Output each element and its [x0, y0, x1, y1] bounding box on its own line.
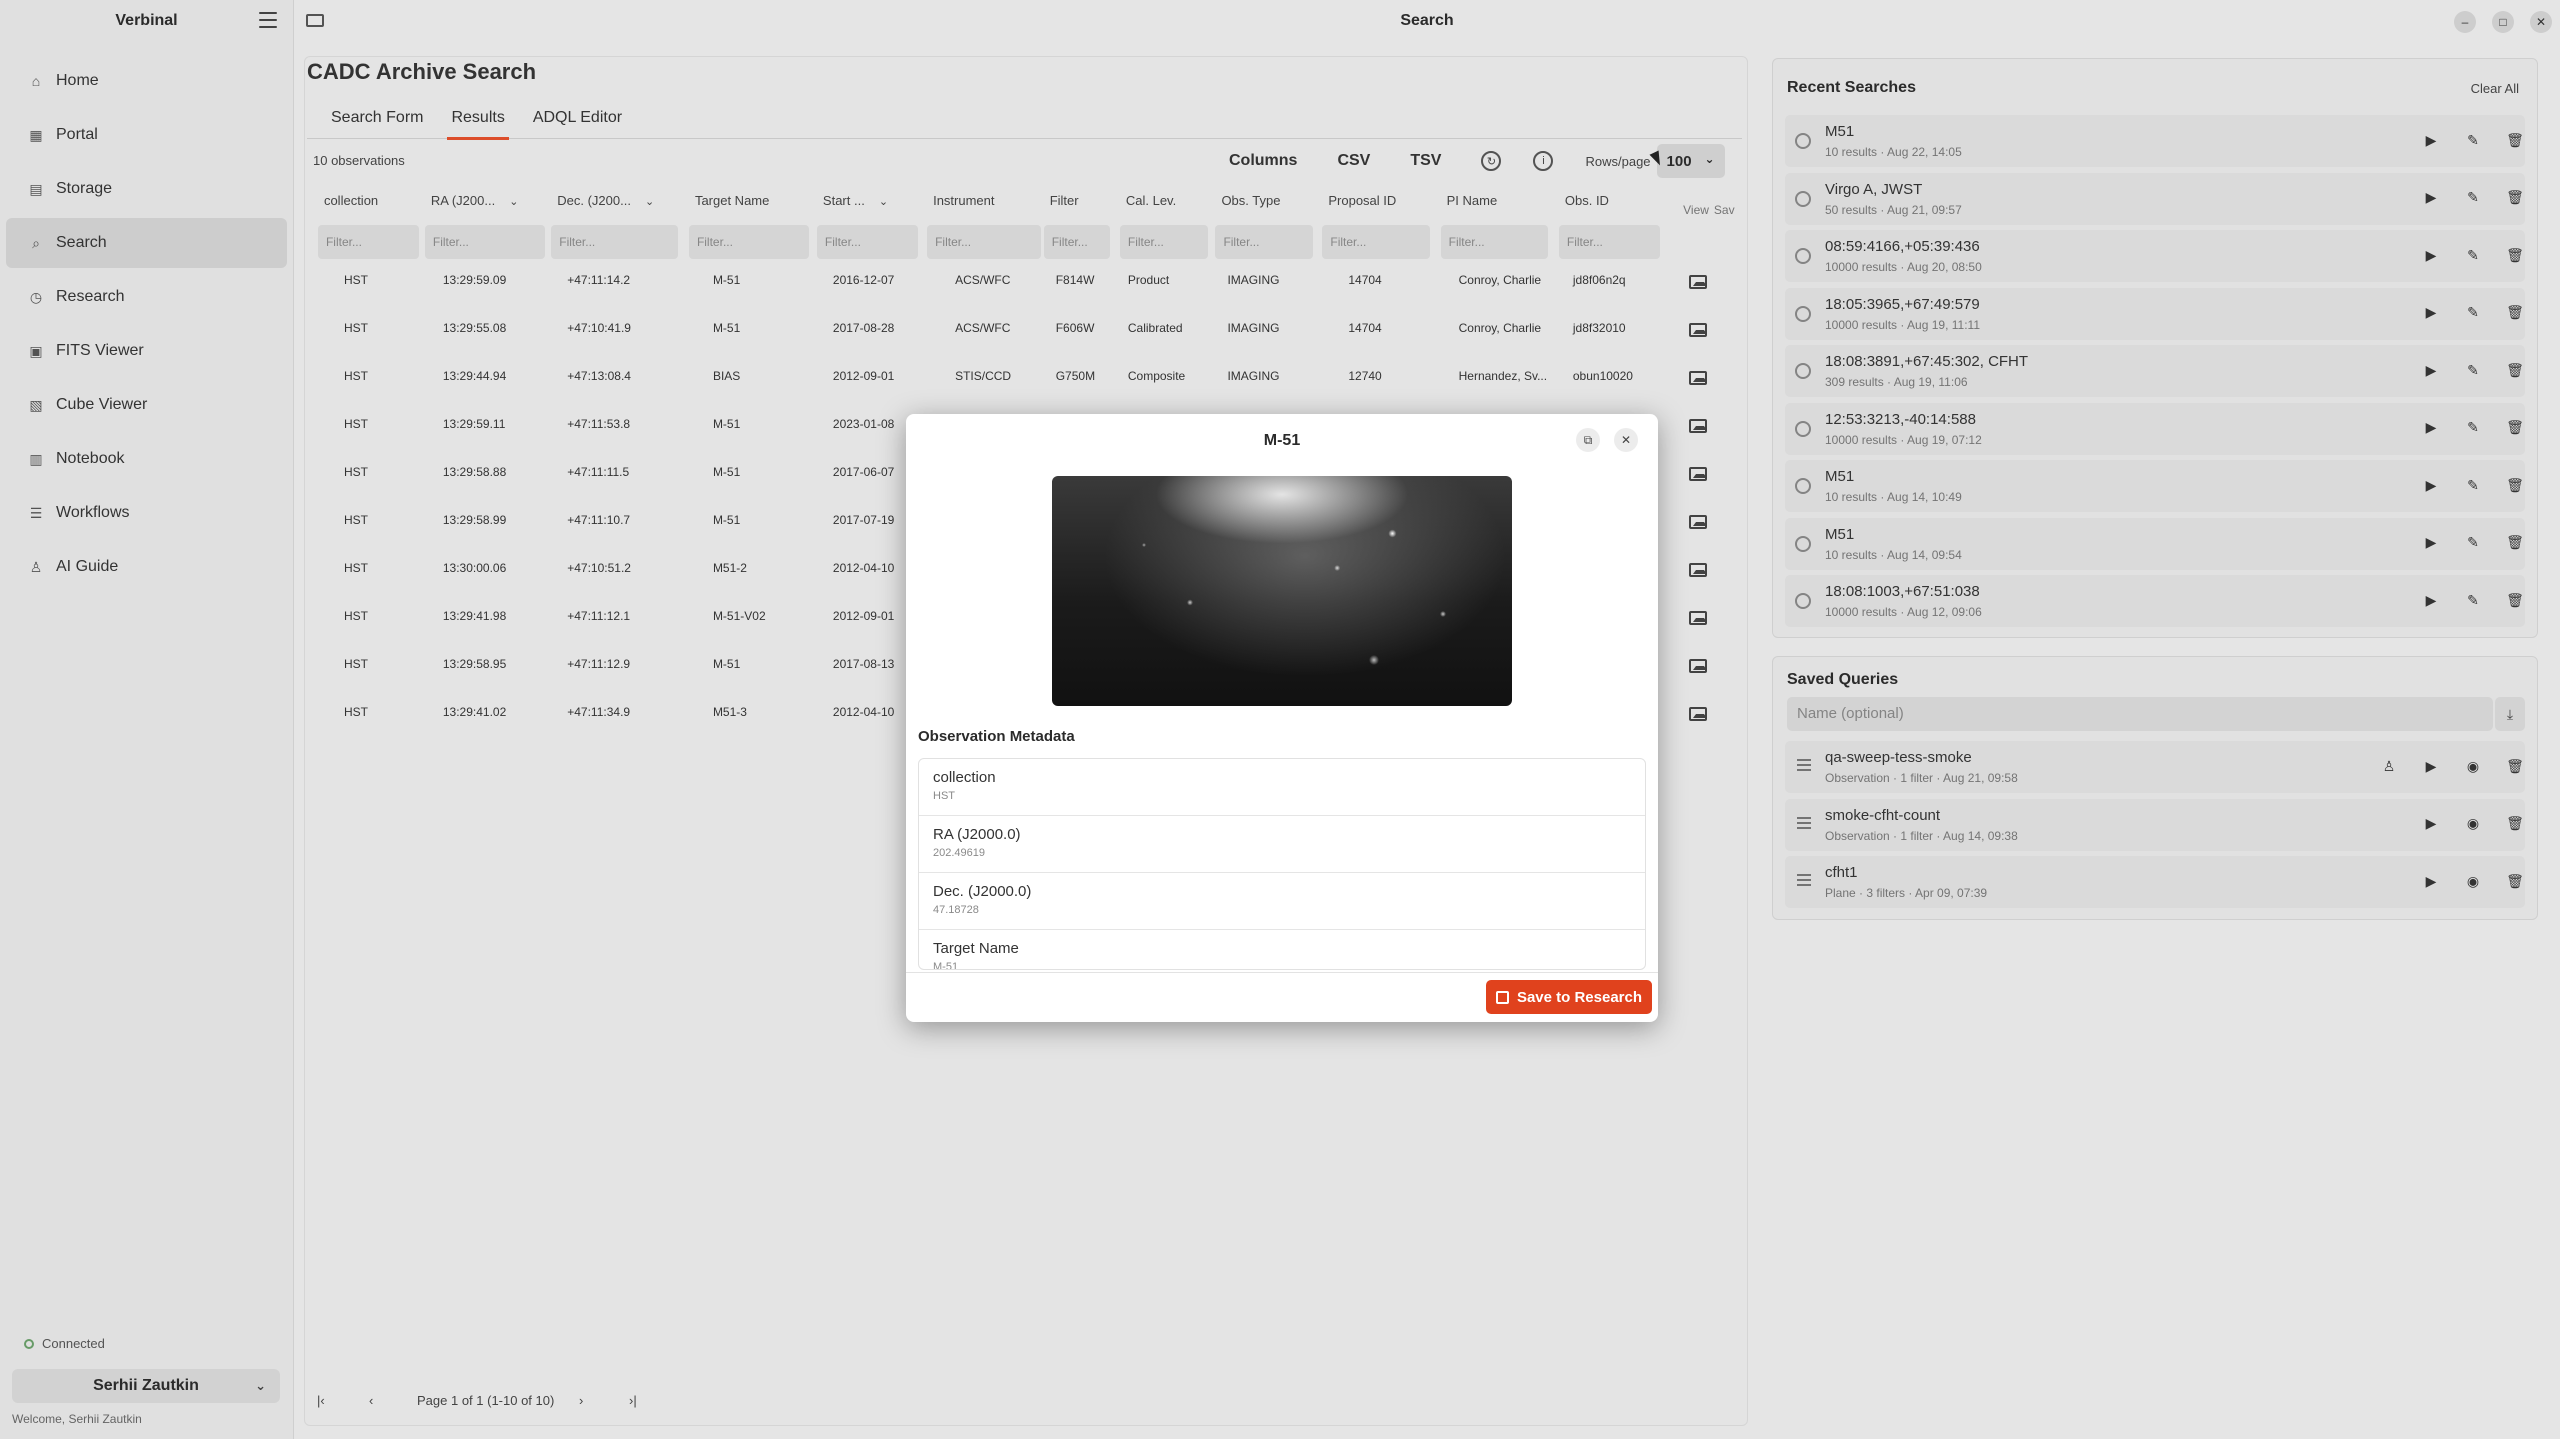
close-icon[interactable]: ✕: [1614, 428, 1638, 452]
metadata-heading: Observation Metadata: [918, 728, 1075, 745]
metadata-list[interactable]: collection HST RA (J2000.0) 202.49619 Dec. (…: [918, 758, 1646, 970]
metadata-key: RA (J2000.0): [933, 826, 1021, 843]
save-to-research-label: Save to Research: [1516, 988, 1643, 1006]
metadata-item: Target Name M-51: [919, 930, 1645, 970]
observation-modal: M-51 ⧉ ✕ Observation Metadata collection…: [906, 414, 1658, 1022]
save-icon: [1495, 990, 1509, 1004]
save-to-research-button[interactable]: Save to Research: [1486, 980, 1652, 1014]
metadata-item: collection HST: [919, 759, 1645, 816]
metadata-value: 47.18728: [933, 904, 979, 916]
metadata-key: Target Name: [933, 940, 1019, 957]
modal-title: M-51: [1263, 432, 1301, 449]
observation-preview-image: [1052, 476, 1512, 706]
copy-icon[interactable]: ⧉: [1576, 428, 1600, 452]
metadata-value: HST: [933, 790, 955, 802]
metadata-value: 202.49619: [933, 847, 985, 859]
metadata-value: M-51: [933, 961, 959, 970]
metadata-key: collection: [933, 769, 996, 786]
metadata-item: Dec. (J2000.0) 47.18728: [919, 873, 1645, 930]
modal-divider: [906, 972, 1658, 973]
metadata-key: Dec. (J2000.0): [933, 883, 1032, 900]
metadata-item: RA (J2000.0) 202.49619: [919, 816, 1645, 873]
